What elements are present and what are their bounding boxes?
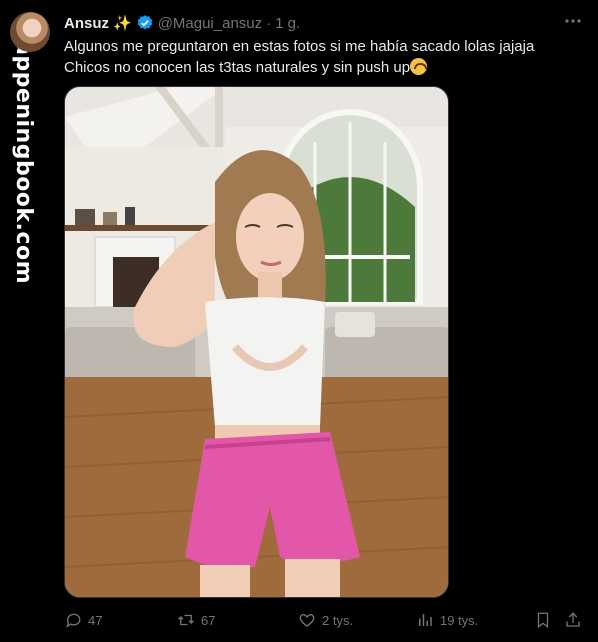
watermark: fappeningbook.com — [0, 0, 50, 642]
reply-button[interactable]: 47 — [64, 608, 102, 632]
reply-count: 47 — [88, 612, 103, 628]
photo-illustration — [65, 87, 448, 597]
sparkle-emoji: ✨ — [113, 15, 132, 32]
views-chart-icon — [419, 614, 432, 626]
more-horizontal-icon[interactable] — [564, 12, 582, 33]
retweet-button[interactable]: 67 — [177, 608, 215, 632]
timestamp[interactable]: 1 g. — [275, 15, 300, 32]
reply-icon — [66, 613, 81, 628]
bookmark-icon — [537, 612, 549, 629]
heart-icon — [299, 614, 315, 627]
bookmark-button[interactable] — [534, 608, 552, 632]
tweet-photo[interactable] — [64, 86, 449, 598]
watermark-text: fappeningbook.com — [11, 30, 36, 284]
tweet-text-line-2-text: Chicos no conocen las t3tas naturales y … — [64, 59, 411, 76]
display-name[interactable]: Ansuz — [64, 15, 109, 32]
views-count: 19 tys. — [440, 612, 479, 628]
tweet-text-line-1: Algunos me preguntaron en estas fotos si… — [64, 38, 535, 55]
share-icon — [566, 612, 580, 627]
like-button[interactable]: 2 tys. — [298, 608, 353, 632]
retweet-count: 67 — [201, 612, 216, 628]
share-button[interactable] — [564, 608, 582, 632]
views-button[interactable]: 19 tys. — [416, 608, 478, 632]
tweet-actions: 47 67 2 tys. 19 tys. — [64, 608, 584, 632]
tweet-text: Algunos me preguntaron en estas fotos si… — [64, 36, 584, 78]
separator-dot: · — [266, 14, 272, 32]
like-count: 2 tys. — [322, 612, 354, 628]
upside-down-face-emoji-icon — [410, 58, 428, 75]
retweet-icon — [178, 614, 194, 626]
tweet-header: Ansuz ✨ @Magui_ansuz · 1 g. — [64, 12, 582, 34]
tweet-text-line-2: Chicos no conocen las t3tas naturales y … — [64, 57, 584, 78]
user-handle[interactable]: @Magui_ansuz — [158, 15, 262, 32]
verified-badge-icon[interactable] — [136, 14, 154, 32]
avatar[interactable] — [10, 12, 50, 52]
